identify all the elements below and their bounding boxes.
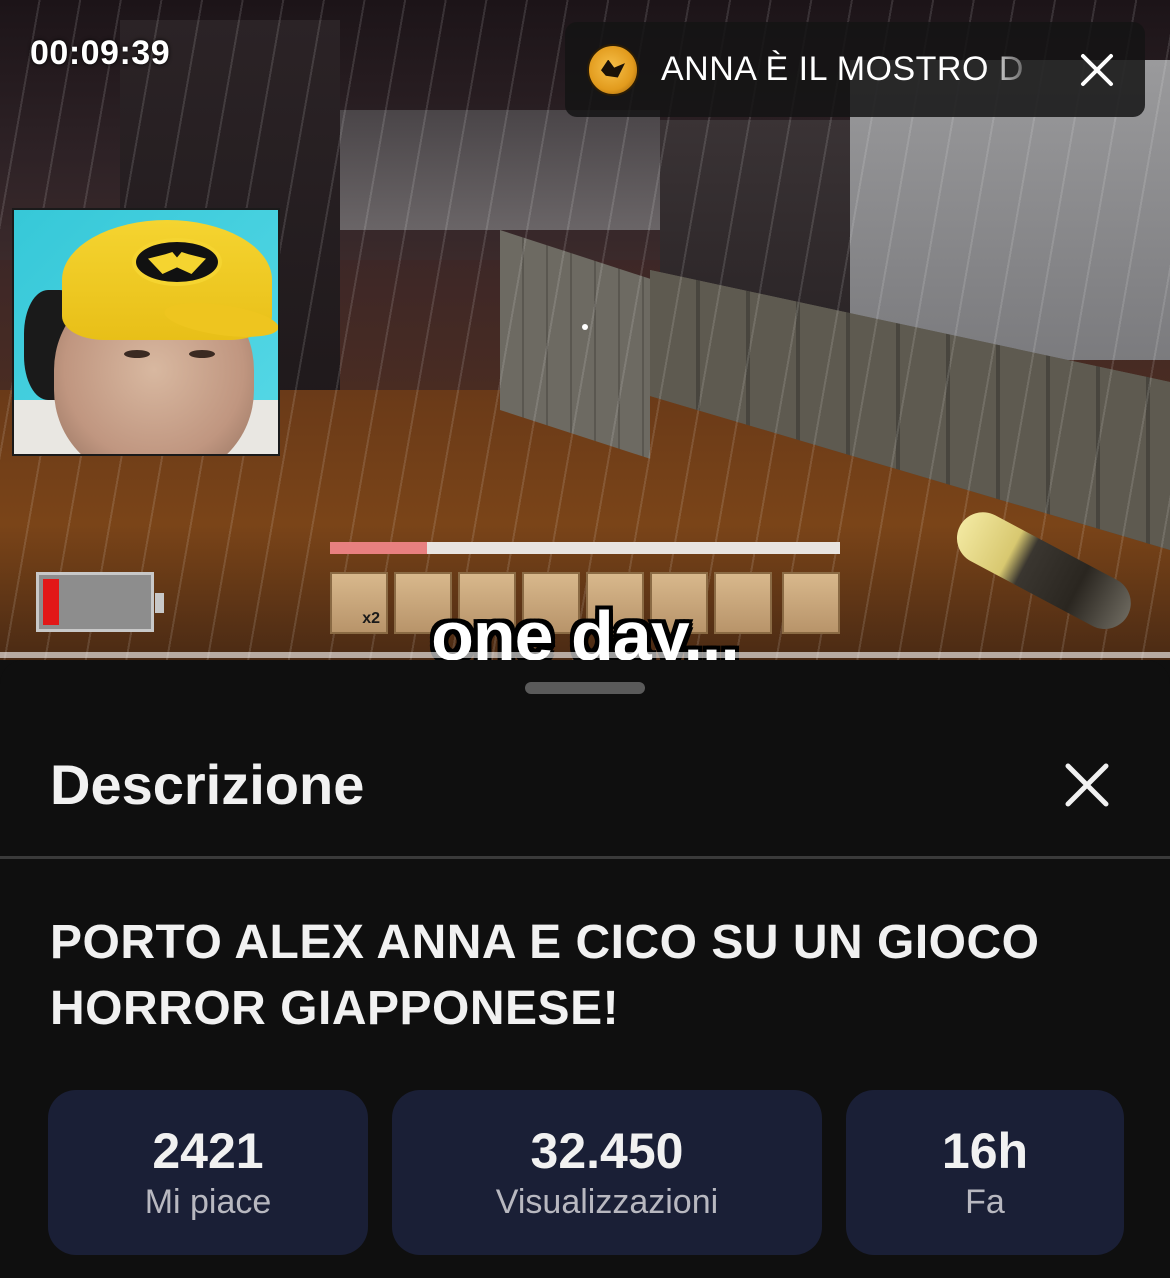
video-player[interactable]: 00:09:39 ANNA È IL MOSTRO D x2 one day..… [0, 0, 1170, 660]
overlay-title-text: ANNA È IL MOSTRO D [661, 50, 1024, 88]
streamer-webcam [12, 208, 280, 456]
sheet-drag-handle[interactable] [525, 682, 645, 694]
webcam-eye [124, 350, 150, 358]
stat-likes: 2421 Mi piace [48, 1090, 368, 1255]
stat-label: Mi piace [144, 1182, 272, 1221]
health-bar-fill [330, 542, 427, 554]
stat-age: 16h Fa [846, 1090, 1124, 1255]
batman-logo-icon [132, 238, 222, 286]
stat-value: 16h [941, 1122, 1029, 1179]
video-timestamp: 00:09:39 [30, 34, 171, 72]
stat-value: 2421 [152, 1122, 264, 1179]
crosshair-dot [582, 324, 588, 330]
webcam-eye [189, 350, 215, 358]
video-caption: one day... [431, 597, 740, 660]
video-title-overlay[interactable]: ANNA È IL MOSTRO D [565, 22, 1145, 117]
description-sheet: Descrizione PORTO ALEX ANNA E CICO SU UN… [0, 660, 1170, 1278]
channel-avatar-icon[interactable] [587, 43, 639, 96]
video-title: PORTO ALEX ANNA E CICO SU UN GIOCO HORRO… [50, 916, 1040, 1035]
health-bar [330, 542, 840, 554]
stat-value: 32.450 [530, 1122, 684, 1179]
sheet-heading: Descrizione [50, 753, 365, 816]
divider [0, 856, 1170, 859]
close-icon[interactable] [1077, 50, 1117, 90]
stats-row: 2421 Mi piace 32.450 Visualizzazioni 16h… [48, 1090, 1124, 1255]
stat-views: 32.450 Visualizzazioni [392, 1090, 822, 1255]
stat-label: Fa [965, 1182, 1005, 1221]
stat-label: Visualizzazioni [495, 1182, 719, 1221]
video-progress-bar[interactable] [0, 652, 1170, 658]
close-icon[interactable] [1062, 760, 1112, 810]
